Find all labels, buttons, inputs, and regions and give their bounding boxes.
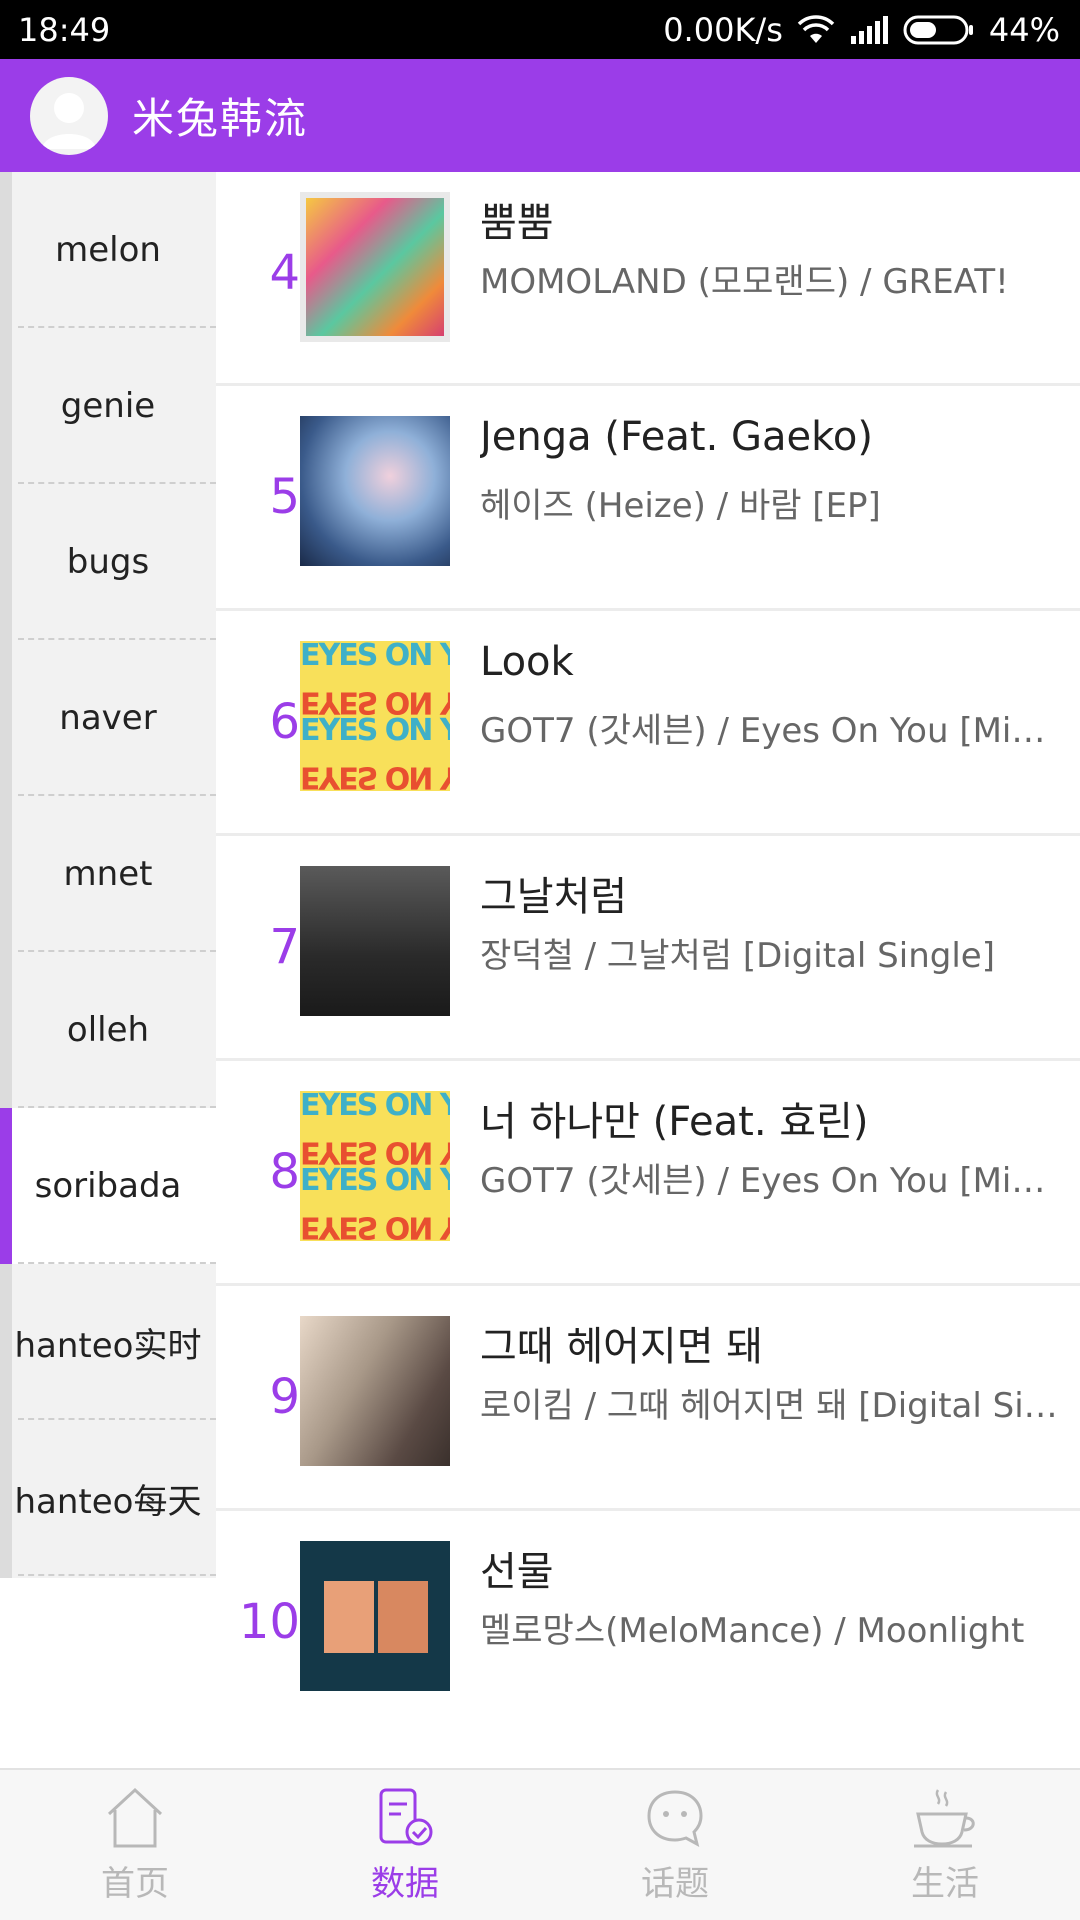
- album-cover: EYES ON YOUEYES ON YOUEYES ON YOUEYES ON…: [300, 1091, 450, 1241]
- song-title: 그때 헤어지면 돼: [480, 1324, 764, 1370]
- network-speed: 0.00K/s: [663, 10, 783, 49]
- battery-level: 44%: [988, 10, 1060, 49]
- screen: 18:49 0.00K/s 44% 米兔韩流 melon genie bugs …: [0, 0, 1080, 1920]
- sidebar-blank: [0, 1578, 216, 1778]
- album-cover-text: EYES ON YOU: [300, 716, 450, 748]
- rank-number: 10: [238, 1594, 300, 1650]
- app-bar: 米兔韩流: [0, 59, 1080, 172]
- song-artist-album: GOT7 (갓세븐) / Eyes On You [Mini Album]: [480, 1161, 1060, 1201]
- sidebar-item-label: bugs: [66, 542, 150, 582]
- battery-icon: [903, 15, 975, 45]
- chart-row[interactable]: 10 선물멜로망스(MeloMance) / Moonlight: [216, 1508, 1080, 1733]
- song-title: 그날처럼: [480, 874, 628, 920]
- sidebar-item-mnet[interactable]: mnet: [0, 796, 216, 952]
- song-artist-album: 로이킴 / 그때 헤어지면 돼 [Digital Single]: [480, 1386, 1060, 1426]
- sidebar-item-label: hanteo每天: [14, 1481, 202, 1522]
- app-title: 米兔韩流: [132, 94, 309, 143]
- nav-life[interactable]: 生活: [810, 1770, 1080, 1920]
- album-cover: [300, 1316, 450, 1466]
- rank-number: 9: [269, 1369, 300, 1425]
- album-cover: [300, 416, 450, 566]
- sidebar-item-label: mnet: [63, 854, 153, 894]
- chart-row[interactable]: 9 그때 헤어지면 돼로이킴 / 그때 헤어지면 돼 [Digital Singl…: [216, 1283, 1080, 1508]
- song-title: 선물: [480, 1549, 554, 1595]
- bottom-nav: 首页 数据 话题 生活: [0, 1768, 1080, 1920]
- song-title: 뿜뿜: [480, 200, 554, 246]
- signal-icon: [849, 15, 889, 44]
- chart-list: 4 뿜뿜 MOMOLAND (모모랜드) / GREAT! 5 Jenga (Feat.…: [216, 172, 1080, 1768]
- sidebar-item-olleh[interactable]: olleh: [0, 952, 216, 1108]
- rank-number: 8: [269, 1144, 300, 1200]
- song-artist-album: 헤이즈 (Heize) / 바람 [EP]: [480, 486, 881, 526]
- sidebar-item-label: melon: [55, 230, 161, 270]
- rank-number: 6: [269, 694, 300, 750]
- song-title: 너 하나만 (Feat. 효린): [480, 1099, 869, 1145]
- chart-row[interactable]: 4 뿜뿜 MOMOLAND (모모랜드) / GREAT!: [216, 172, 1080, 384]
- song-artist-album: 장덕철 / 그날처럼 [Digital Single]: [480, 936, 995, 976]
- album-cover-text: EYES ON YOU: [300, 1209, 450, 1241]
- sidebar-item-label: olleh: [66, 1010, 150, 1050]
- chart-row[interactable]: 6EYES ON YOUEYES ON YOUEYES ON YOUEYES O…: [216, 608, 1080, 833]
- nav-data-label: 数据: [371, 1863, 439, 1904]
- rank-number: 4: [269, 245, 300, 301]
- sidebar-item-bugs[interactable]: bugs: [0, 484, 216, 640]
- sidebar-item-naver[interactable]: naver: [0, 640, 216, 796]
- nav-topics[interactable]: 话题: [540, 1770, 810, 1920]
- rank-number: 5: [269, 469, 300, 525]
- album-cover-text: EYES ON YOU: [300, 1134, 450, 1166]
- sidebar-item-label: naver: [59, 698, 157, 738]
- nav-topics-label: 话题: [641, 1863, 709, 1904]
- album-cover-text: EYES ON YOU: [300, 1166, 450, 1198]
- chart-row[interactable]: 7 그날처럼장덕철 / 그날처럼 [Digital Single]: [216, 833, 1080, 1058]
- home-icon: [107, 1787, 163, 1847]
- song-title: Look: [480, 639, 574, 685]
- album-cover: EYES ON YOUEYES ON YOUEYES ON YOUEYES ON…: [300, 641, 450, 791]
- album-cover: [300, 1541, 450, 1691]
- sidebar-item-label: soribada: [34, 1166, 182, 1206]
- status-bar: 18:49 0.00K/s 44%: [0, 0, 1080, 59]
- nav-life-label: 生活: [911, 1863, 979, 1904]
- sidebar-item-label: hanteo实时: [14, 1325, 202, 1366]
- album-cover-text: EYES ON YOU: [300, 684, 450, 716]
- song-artist-album: 멜로망스(MeloMance) / Moonlight: [480, 1611, 1025, 1651]
- avatar[interactable]: [30, 76, 108, 155]
- nav-data[interactable]: 数据: [270, 1770, 540, 1920]
- sidebar-item-genie[interactable]: genie: [0, 328, 216, 484]
- data-icon: [379, 1788, 433, 1845]
- nav-home-label: 首页: [101, 1863, 169, 1904]
- album-cover: [300, 866, 450, 1016]
- sidebar-item-label: genie: [60, 386, 156, 426]
- sidebar-item-soribada[interactable]: soribada: [0, 1108, 216, 1264]
- sidebar-item-melon[interactable]: melon: [0, 172, 216, 328]
- song-artist-album: MOMOLAND (모모랜드) / GREAT!: [480, 262, 1009, 302]
- album-cover-text: EYES ON YOU: [300, 759, 450, 791]
- wifi-icon: [797, 14, 835, 45]
- nav-home[interactable]: 首页: [0, 1770, 270, 1920]
- chart-row[interactable]: 8EYES ON YOUEYES ON YOUEYES ON YOUEYES O…: [216, 1058, 1080, 1283]
- chat-icon: [647, 1789, 703, 1847]
- sidebar-item-hanteo[interactable]: hanteo实时: [0, 1264, 216, 1420]
- song-artist-album: GOT7 (갓세븐) / Eyes On You [Mini Album]: [480, 711, 1060, 751]
- rank-number: 7: [269, 919, 300, 975]
- status-time: 18:49: [18, 10, 111, 49]
- chart-source-sidebar: melon genie bugs naver mnet olleh soribada hant…: [0, 172, 216, 1778]
- song-title: Jenga (Feat. Gaeko): [480, 414, 873, 460]
- chart-row[interactable]: 5 Jenga (Feat. Gaeko) 헤이즈 (Heize) / 바람 [EP…: [216, 383, 1080, 608]
- album-cover-text: EYES ON YOU: [300, 1091, 450, 1123]
- status-right: 0.00K/s 44%: [663, 11, 1060, 49]
- coffee-icon: [914, 1788, 975, 1847]
- sidebar-item-hanteo[interactable]: hanteo每天: [0, 1420, 216, 1576]
- album-cover: [300, 192, 450, 342]
- album-cover-text: EYES ON YOU: [300, 641, 450, 673]
